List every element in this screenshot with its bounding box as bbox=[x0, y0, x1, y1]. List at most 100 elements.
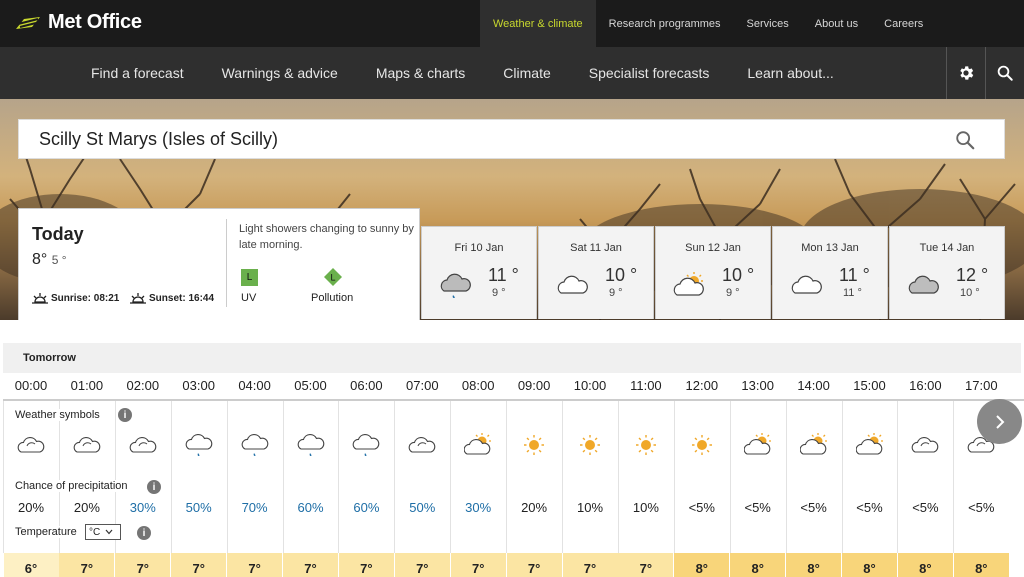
nav-warnings[interactable]: Warnings & advice bbox=[203, 47, 357, 99]
temperature-value: 7° bbox=[59, 553, 115, 577]
precipitation-value: <5% bbox=[912, 500, 939, 515]
temperature-value: 7° bbox=[506, 553, 562, 577]
uv-badge[interactable]: L bbox=[241, 269, 258, 286]
temperature-unit-select[interactable]: °C bbox=[85, 524, 121, 540]
hour-label: 07:00 bbox=[406, 378, 439, 393]
temperature-value: 7° bbox=[562, 553, 618, 577]
temperature-value: 7° bbox=[450, 553, 506, 577]
top-nav-careers[interactable]: Careers bbox=[871, 0, 936, 47]
day-tab-sat[interactable]: Sat 11 Jan 10 ° 9 ° bbox=[538, 226, 654, 319]
sunrise-icon bbox=[32, 293, 48, 304]
day-low-temp: 10 ° bbox=[960, 287, 980, 299]
chevron-down-icon bbox=[105, 529, 113, 535]
sunrise-info: Sunrise: 08:21 bbox=[32, 292, 119, 304]
precipitation-info-icon[interactable]: i bbox=[147, 480, 161, 494]
day-high-temp: 11 ° bbox=[839, 265, 870, 285]
precipitation-value: <5% bbox=[968, 500, 995, 515]
nav-learn[interactable]: Learn about... bbox=[728, 47, 852, 99]
hour-column bbox=[562, 401, 618, 553]
top-bar: Met Office Weather & climate Research pr… bbox=[0, 0, 1024, 47]
day-tab-tue[interactable]: Tue 14 Jan 12 ° 10 ° bbox=[889, 226, 1005, 319]
day-high-temp: 10 ° bbox=[722, 265, 755, 285]
temperature-value: 8° bbox=[786, 553, 842, 577]
sunrise-text: Sunrise: 08:21 bbox=[51, 292, 120, 304]
forecast-day-header: Tomorrow bbox=[3, 343, 1021, 373]
cloud-icon bbox=[912, 437, 939, 453]
sun-cloud-icon bbox=[855, 433, 883, 455]
nav-search-button[interactable] bbox=[985, 47, 1023, 99]
day-tab-fri[interactable]: Fri 10 Jan 11 ° 9 ° bbox=[421, 226, 537, 319]
day-tab-mon[interactable]: Mon 13 Jan 11 ° 11 ° bbox=[772, 226, 888, 319]
day-label: Tue 14 Jan bbox=[919, 242, 975, 254]
weather-symbols-info-icon[interactable]: i bbox=[118, 408, 132, 422]
temperature-info-icon[interactable]: i bbox=[137, 526, 151, 540]
location-search-text[interactable]: Scilly St Marys (Isles of Scilly) bbox=[39, 129, 278, 150]
precipitation-value: 30% bbox=[129, 500, 156, 515]
precipitation-value: 20% bbox=[73, 500, 100, 515]
day-low-temp: 9 ° bbox=[492, 287, 506, 299]
temperature-value: 8° bbox=[897, 553, 953, 577]
day-high-temp: 12 ° bbox=[956, 265, 989, 285]
precipitation-value: 50% bbox=[185, 500, 212, 515]
top-nav-about[interactable]: About us bbox=[802, 0, 871, 47]
sun-icon bbox=[524, 435, 545, 455]
forecast-day-label: Tomorrow bbox=[23, 352, 76, 364]
cloud-icon bbox=[129, 437, 157, 453]
temperature-value: 7° bbox=[618, 553, 674, 577]
hour-label: 15:00 bbox=[853, 378, 886, 393]
hour-column bbox=[673, 401, 730, 553]
temperature-value: 7° bbox=[338, 553, 394, 577]
hour-label: 16:00 bbox=[909, 378, 942, 393]
nav-climate[interactable]: Climate bbox=[484, 47, 569, 99]
logo-text: Met Office bbox=[48, 10, 142, 33]
hour-column bbox=[841, 401, 898, 553]
hour-label: 09:00 bbox=[517, 378, 551, 393]
sun-cloud-icon bbox=[743, 433, 771, 455]
today-temperatures: 8° 5 ° bbox=[32, 251, 67, 269]
hour-label: 14:00 bbox=[797, 378, 830, 393]
temperature-label: Temperature bbox=[15, 526, 81, 538]
rain-cloud-icon bbox=[440, 273, 471, 298]
sunset-icon bbox=[130, 293, 146, 304]
hour-label: 03:00 bbox=[182, 378, 215, 393]
next-hours-button[interactable] bbox=[977, 399, 1022, 444]
hour-label: 10:00 bbox=[573, 378, 607, 393]
nav-find-forecast[interactable]: Find a forecast bbox=[72, 47, 203, 99]
rain-icon bbox=[185, 434, 212, 456]
temperature-value: 7° bbox=[171, 553, 227, 577]
hour-column bbox=[617, 401, 674, 553]
day-tab-sun[interactable]: Sun 12 Jan 10 ° 9 ° bbox=[655, 226, 771, 319]
top-nav-research[interactable]: Research programmes bbox=[596, 0, 734, 47]
chevron-right-icon bbox=[995, 414, 1004, 429]
precipitation-value: 20% bbox=[521, 500, 548, 515]
search-icon[interactable] bbox=[954, 129, 976, 151]
hour-label: 06:00 bbox=[350, 378, 383, 393]
nav-maps-charts[interactable]: Maps & charts bbox=[357, 47, 484, 99]
precipitation-value: 60% bbox=[297, 500, 324, 515]
day-low-temp: 11 ° bbox=[843, 287, 862, 299]
precipitation-label: Chance of precipitation bbox=[15, 480, 132, 492]
precipitation-value: 60% bbox=[353, 500, 380, 515]
location-search-box[interactable]: Scilly St Marys (Isles of Scilly) bbox=[18, 119, 1005, 159]
hour-column bbox=[170, 401, 227, 553]
top-nav-weather-climate[interactable]: Weather & climate bbox=[480, 0, 596, 47]
hour-label: 12:00 bbox=[685, 378, 719, 393]
hour-label: 05:00 bbox=[294, 378, 327, 393]
nav-specialist[interactable]: Specialist forecasts bbox=[570, 47, 729, 99]
temperature-value: 8° bbox=[674, 553, 730, 577]
cloud-icon bbox=[17, 437, 45, 453]
sun-icon bbox=[580, 435, 600, 455]
hour-column bbox=[729, 401, 786, 553]
sunset-info: Sunset: 16:44 bbox=[130, 292, 214, 304]
precipitation-value: <5% bbox=[744, 500, 771, 515]
pollution-badge[interactable]: L bbox=[324, 268, 342, 286]
top-nav-services[interactable]: Services bbox=[734, 0, 802, 47]
temperature-unit-value: °C bbox=[89, 526, 101, 538]
sun-cloud-icon bbox=[673, 272, 704, 296]
met-office-logo[interactable]: Met Office bbox=[14, 9, 142, 35]
settings-button[interactable] bbox=[946, 47, 984, 99]
hour-column bbox=[394, 401, 450, 553]
today-description: Light showers changing to sunny by late … bbox=[239, 223, 414, 251]
precipitation-value: <5% bbox=[688, 500, 715, 515]
pollution-badge-text: L bbox=[330, 273, 335, 283]
